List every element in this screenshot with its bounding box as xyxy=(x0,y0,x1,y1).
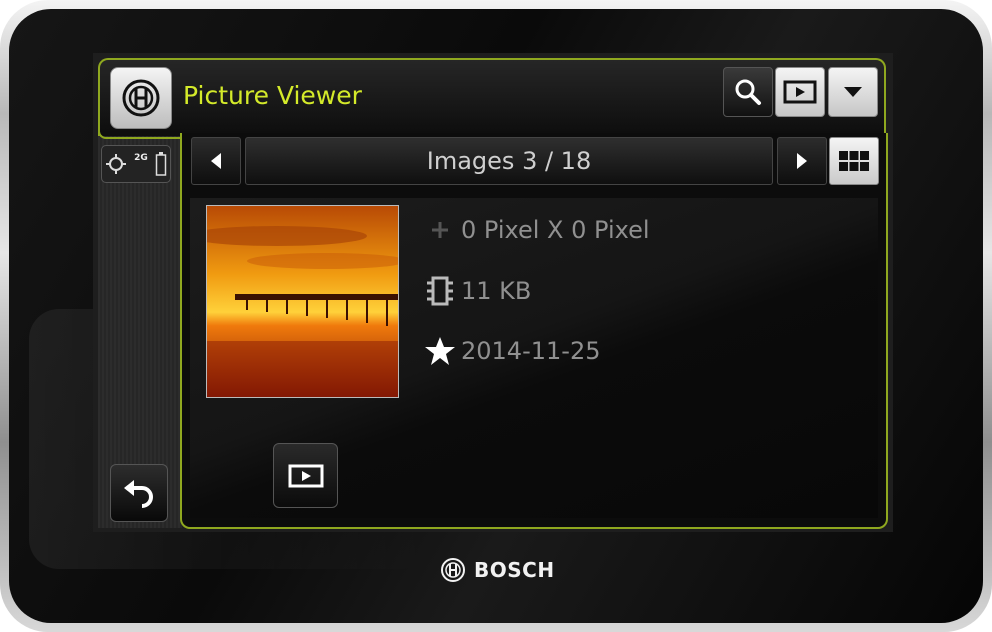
menu-dropdown-button[interactable] xyxy=(828,67,878,117)
bosch-logo-icon xyxy=(441,558,465,582)
search-icon xyxy=(735,79,761,105)
device-brand: BOSCH xyxy=(440,557,555,583)
image-thumbnail[interactable] xyxy=(206,205,399,398)
search-button[interactable] xyxy=(723,67,773,117)
grid-icon xyxy=(839,151,869,171)
pier-sunset-image xyxy=(207,206,398,397)
back-button[interactable] xyxy=(110,464,168,522)
bosch-logo-icon xyxy=(122,79,160,117)
gps-icon xyxy=(106,154,127,174)
slideshow-button[interactable] xyxy=(775,67,825,117)
date-value: 2014-11-25 xyxy=(461,337,601,365)
status-indicator: 2G xyxy=(101,145,171,183)
undo-arrow-icon xyxy=(124,480,153,508)
dimensions-row: 0 Pixel X 0 Pixel xyxy=(423,216,650,244)
frame-corner xyxy=(98,131,182,139)
brand-name: BOSCH xyxy=(474,558,555,582)
network-label: 2G xyxy=(134,153,148,163)
home-button[interactable] xyxy=(110,67,172,129)
chevron-right-icon xyxy=(797,153,807,169)
previous-button[interactable] xyxy=(191,137,241,185)
star-icon xyxy=(425,337,455,365)
dimensions-value: 0 Pixel X 0 Pixel xyxy=(461,216,650,244)
dimensions-icon xyxy=(432,222,448,238)
image-counter-title: Images 3 / 18 xyxy=(245,137,773,185)
slideshow-icon xyxy=(783,80,817,104)
date-row: 2014-11-25 xyxy=(423,335,600,367)
battery-icon xyxy=(155,152,166,176)
slideshow-icon xyxy=(288,464,323,487)
grid-view-button[interactable] xyxy=(829,137,879,185)
next-button[interactable] xyxy=(777,137,827,185)
dropdown-icon xyxy=(844,87,862,97)
app-title: Picture Viewer xyxy=(183,81,362,110)
play-slideshow-button[interactable] xyxy=(273,443,338,508)
chevron-left-icon xyxy=(211,153,221,169)
file-size-row: 11 KB xyxy=(423,275,531,307)
screen: Picture Viewer 2G Images 3 / 18 0 Pixel … xyxy=(93,53,893,532)
memory-chip-icon xyxy=(427,276,453,306)
file-size-value: 11 KB xyxy=(461,277,532,305)
